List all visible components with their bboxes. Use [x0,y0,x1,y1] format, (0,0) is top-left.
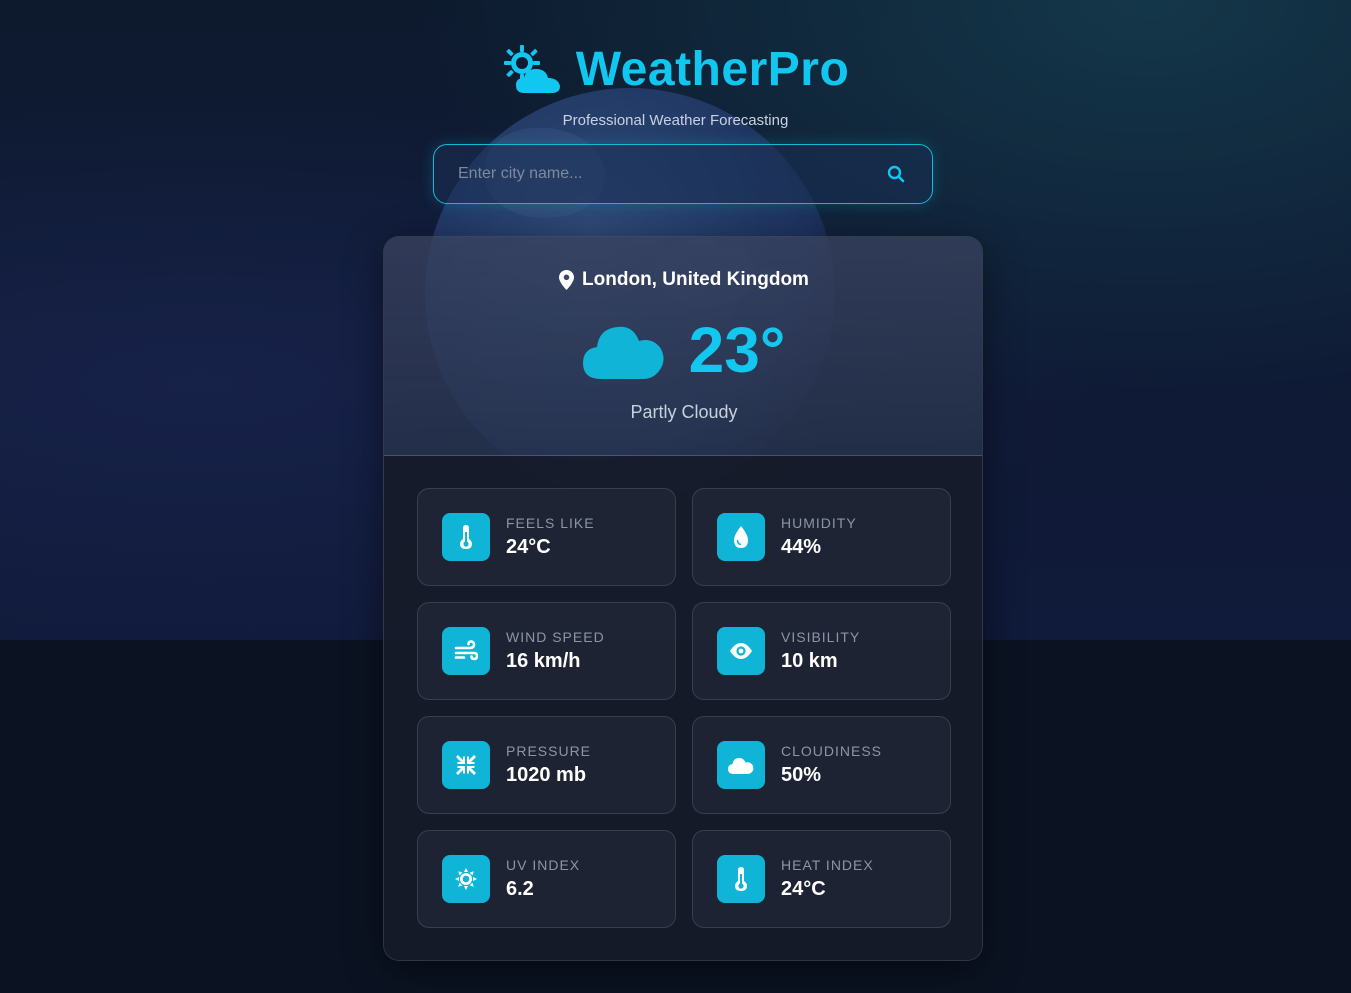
stat-label: HUMIDITY [781,515,857,531]
current-weather-section: London, United Kingdom 23° Partly Cloudy [384,237,982,456]
weather-details: FEELS LIKE 24°C HUMIDITY 44% WIND SPEED … [384,456,982,960]
brand: WeatherPro [502,40,850,100]
stat-visibility: VISIBILITY 10 km [692,602,951,700]
stat-value: 50% [781,764,822,786]
stat-label: CLOUDINESS [781,743,883,759]
cloud-icon [717,741,765,789]
stat-value: 44% [781,536,822,558]
thermometer-icon [442,513,490,561]
stat-label: FEELS LIKE [506,515,595,531]
droplet-icon [717,513,765,561]
app-header: WeatherPro Professional Weather Forecast… [0,40,1351,129]
stat-label: WIND SPEED [506,629,605,645]
stat-uv-index: UV INDEX 6.2 [417,830,676,928]
stat-value: 10 km [781,650,838,672]
weather-card: London, United Kingdom 23° Partly Cloudy… [383,236,983,961]
sun-icon [442,855,490,903]
stat-value: 16 km/h [506,650,581,672]
stat-wind-speed: WIND SPEED 16 km/h [417,602,676,700]
stat-value: 1020 mb [506,764,587,786]
stat-cloudiness: CLOUDINESS 50% [692,716,951,814]
thermometer-icon [717,855,765,903]
search-icon [887,165,905,183]
stat-feels-like: FEELS LIKE 24°C [417,488,676,586]
stat-label: PRESSURE [506,743,592,759]
stat-label: HEAT INDEX [781,857,874,873]
search-bar [433,144,933,204]
wind-icon [442,627,490,675]
eye-icon [717,627,765,675]
weather-condition: Partly Cloudy [630,402,738,422]
sun-cloud-icon [502,43,564,97]
temperature: 23° [688,314,786,386]
compress-icon [442,741,490,789]
stat-humidity: HUMIDITY 44% [692,488,951,586]
stat-value: 24°C [506,536,551,558]
stat-label: UV INDEX [506,857,581,873]
temperature-row: 23° [384,314,982,386]
app-subtitle: Professional Weather Forecasting [562,112,789,129]
stat-value: 6.2 [506,878,534,900]
cloud-icon [582,326,664,379]
location-name: London, United Kingdom [582,269,809,290]
stat-heat-index: HEAT INDEX 24°C [692,830,951,928]
location: London, United Kingdom [384,269,982,291]
map-pin-icon [559,270,575,290]
app-title: WeatherPro [575,43,850,96]
stat-value: 24°C [781,878,826,900]
stat-label: VISIBILITY [781,629,861,645]
search-button[interactable] [882,160,910,188]
stat-pressure: PRESSURE 1020 mb [417,716,676,814]
city-search-input[interactable] [458,165,882,183]
